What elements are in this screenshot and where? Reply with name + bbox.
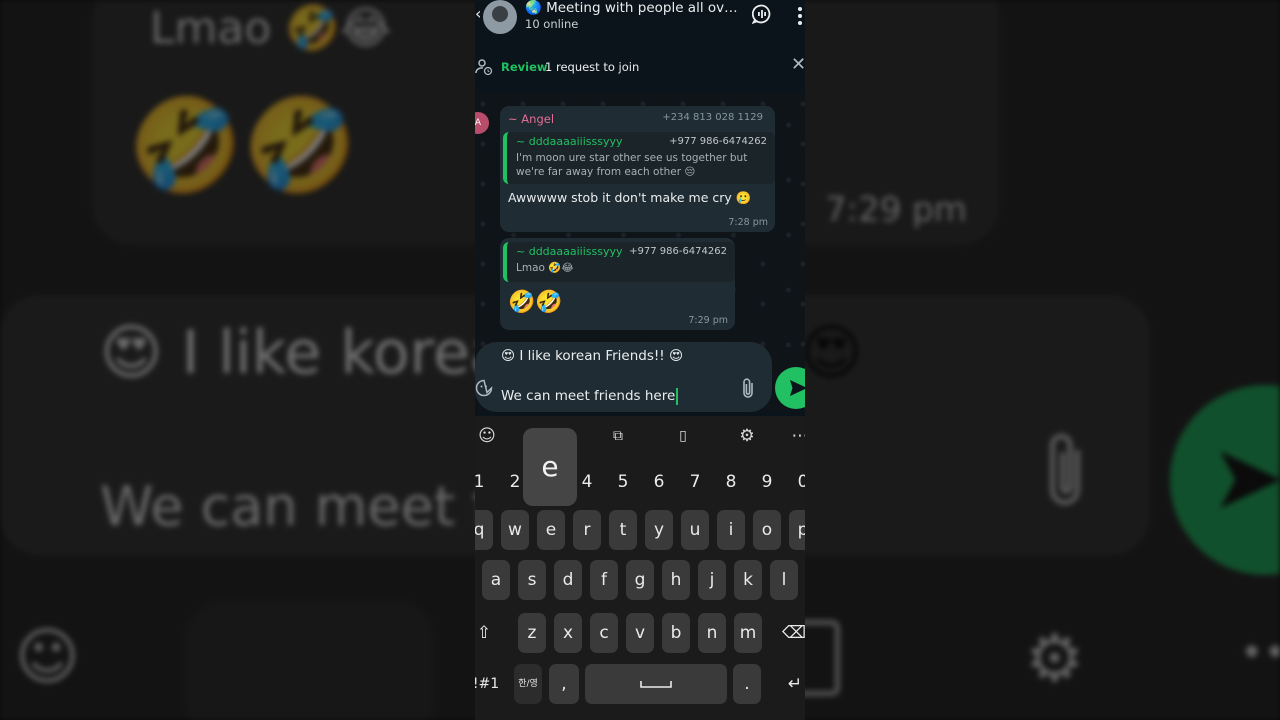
key-v[interactable]: v <box>626 613 654 653</box>
key-x[interactable]: x <box>554 613 582 653</box>
person-clock-icon <box>475 59 493 76</box>
key-j[interactable]: j <box>698 560 726 600</box>
key-p[interactable]: p <box>789 510 805 550</box>
key-w[interactable]: w <box>501 510 529 550</box>
group-avatar[interactable] <box>483 0 517 34</box>
key-1[interactable]: 1 <box>475 462 493 502</box>
compose-box[interactable]: 😍 I like korean Friends!! 😍 We can meet … <box>475 342 772 412</box>
bg-lmao-text: Lmao 🤣😂 <box>150 3 392 54</box>
space-bar[interactable] <box>585 664 727 704</box>
key-n[interactable]: n <box>698 613 726 653</box>
sender-phone: +234 813 028 1129 <box>662 112 763 123</box>
key-t[interactable]: t <box>609 510 637 550</box>
space-icon <box>640 681 672 688</box>
key-a[interactable]: a <box>482 560 510 600</box>
comma-key[interactable]: , <box>549 664 579 704</box>
join-request-bar: Review 1 request to join ✕ <box>475 52 805 82</box>
bg-line2: We can meet f <box>100 475 492 538</box>
key-u[interactable]: u <box>681 510 709 550</box>
chat-title[interactable]: 🌏 Meeting with people all over... <box>525 0 740 16</box>
join-request-text: 1 request to join <box>545 60 640 74</box>
key-0[interactable]: 0 <box>789 462 805 502</box>
key-preview-popup: e <box>523 428 577 506</box>
online-count: 10 online <box>525 17 579 31</box>
quoted-message[interactable]: ~ dddaaaaiiisssyyy +977 986-6474262 I'm … <box>503 132 775 184</box>
enter-key[interactable]: ↵ <box>777 664 805 704</box>
key-d[interactable]: d <box>554 560 582 600</box>
review-link[interactable]: Review <box>501 60 548 74</box>
back-arrow-icon[interactable]: ‹ <box>475 4 481 23</box>
paperclip-icon[interactable] <box>739 377 757 399</box>
key-8[interactable]: 8 <box>717 462 745 502</box>
bg-emojis: 🤣🤣 <box>128 92 358 199</box>
key-f[interactable]: f <box>590 560 618 600</box>
keyboard: ☺ ⧉ ▯ ⚙ ⋯ 1234567890qwertyuiopasdfghjkl⇧… <box>475 416 805 720</box>
bg-gear-icon: ⚙ <box>1025 620 1085 697</box>
key-q[interactable]: q <box>475 510 493 550</box>
more-icon[interactable]: ⋯ <box>790 426 806 446</box>
send-icon <box>790 380 805 396</box>
voice-chat-icon[interactable] <box>752 4 772 24</box>
emoji-icon[interactable]: ☺ <box>477 426 497 446</box>
key-i[interactable]: i <box>717 510 745 550</box>
bg-key-popup <box>185 600 435 720</box>
sticker-icon[interactable] <box>475 379 493 397</box>
quoted-text: Lmao 🤣😂 <box>516 262 574 274</box>
key-h[interactable]: h <box>662 560 690 600</box>
quoted-phone: +977 986-6474262 <box>629 246 727 257</box>
chat-header: ‹ 🌏 Meeting with people all over... 10 o… <box>475 0 805 40</box>
message-time: 7:29 pm <box>688 315 728 326</box>
quoted-text: I'm moon ure star other see us together … <box>516 152 748 178</box>
phone-screen: ‹ 🌏 Meeting with people all over... 10 o… <box>475 0 805 720</box>
quoted-author: ~ dddaaaaiiisssyyy <box>516 245 623 258</box>
message-text: Awwwww stob it don't make me cry 🥲 <box>508 190 752 205</box>
quoted-author: ~ dddaaaaiiisssyyy <box>516 135 623 148</box>
settings-gear-icon[interactable]: ⚙ <box>737 426 757 446</box>
compose-text-line1[interactable]: 😍 I like korean Friends!! 😍 <box>501 348 683 364</box>
message-time: 7:28 pm <box>728 217 768 228</box>
bg-line1: 😍 I like korea <box>100 318 507 388</box>
key-s[interactable]: s <box>518 560 546 600</box>
symbols-key[interactable]: !#1 <box>475 664 501 704</box>
key-y[interactable]: y <box>645 510 673 550</box>
translate-icon[interactable]: ⧉ <box>608 426 628 446</box>
sender-name[interactable]: ~ Angel <box>508 112 554 126</box>
quoted-message[interactable]: ~ dddaaaaiiisssyyy +977 986-6474262 Lmao… <box>503 242 735 282</box>
bg-send-arrow-icon: ➤ <box>1210 425 1280 530</box>
bg-smile-icon: ☺ <box>15 620 80 693</box>
language-key[interactable]: 한/영 <box>514 664 542 704</box>
more-options-icon[interactable] <box>797 6 803 26</box>
message-input[interactable]: We can meet friends here <box>501 388 679 405</box>
key-9[interactable]: 9 <box>753 462 781 502</box>
quoted-phone: +977 986-6474262 <box>669 136 767 147</box>
key-5[interactable]: 5 <box>609 462 637 502</box>
key-b[interactable]: b <box>662 613 690 653</box>
message-bubble[interactable]: ~ dddaaaaiiisssyyy +977 986-6474262 Lmao… <box>500 238 735 330</box>
bg-more-icon: •• <box>1240 630 1280 676</box>
message-bubble[interactable]: ~ Angel +234 813 028 1129 ~ dddaaaaiiiss… <box>500 106 775 232</box>
key-e[interactable]: e <box>537 510 565 550</box>
period-key[interactable]: . <box>733 664 761 704</box>
key-r[interactable]: r <box>573 510 601 550</box>
bg-time: 7:29 pm <box>825 190 967 230</box>
key-z[interactable]: z <box>518 613 546 653</box>
key-k[interactable]: k <box>734 560 762 600</box>
message-emojis: 🤣🤣 <box>508 290 563 315</box>
backspace-key[interactable]: ⌫ <box>778 613 805 653</box>
shift-key[interactable]: ⇧ <box>475 613 499 653</box>
key-7[interactable]: 7 <box>681 462 709 502</box>
key-l[interactable]: l <box>770 560 798 600</box>
key-4[interactable]: 4 <box>573 462 601 502</box>
bg-paperclip-icon <box>1035 425 1095 532</box>
key-g[interactable]: g <box>626 560 654 600</box>
close-icon[interactable]: ✕ <box>791 56 805 74</box>
clipboard-icon[interactable]: ▯ <box>673 426 693 446</box>
bg-heart-emoji: 😍 <box>800 318 863 388</box>
sender-avatar[interactable]: A <box>475 112 489 134</box>
key-m[interactable]: m <box>734 613 762 653</box>
key-c[interactable]: c <box>590 613 618 653</box>
key-o[interactable]: o <box>753 510 781 550</box>
key-6[interactable]: 6 <box>645 462 673 502</box>
